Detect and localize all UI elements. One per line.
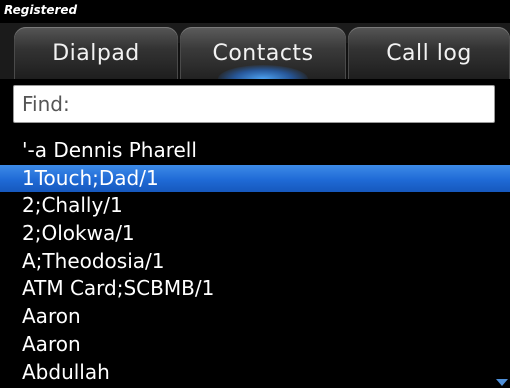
contact-name: 2;Chally/1 [22,193,123,218]
contact-name: '-a Dennis Pharell [22,138,197,162]
contact-name: A;Theodosia/1 [22,248,165,273]
contact-name: Aaron [22,304,81,329]
contact-list-item[interactable]: '-a Dennis Pharell [0,137,510,165]
contact-list-item[interactable]: Aaron [0,303,510,331]
contact-list[interactable]: '-a Dennis Pharell 1Touch;Dad/1 2;Chally… [0,137,510,388]
status-bar: Registered [0,0,510,23]
tab-dialpad-label: Dialpad [52,41,140,66]
contact-name: 2;Olokwa/1 [22,221,135,246]
contact-list-item[interactable]: Abdullah [0,359,510,387]
contact-list-item-selected[interactable]: 1Touch;Dad/1 [0,164,510,193]
tab-contacts-label: Contacts [212,41,314,66]
tab-call-log-label: Call log [386,41,472,66]
find-input[interactable]: Find: [13,85,495,123]
contact-name: 1Touch;Dad/1 [22,165,159,190]
tab-bar: Dialpad Contacts Call log [0,23,510,79]
find-label: Find: [22,92,70,116]
contact-list-item[interactable]: A;Theodosia/1 [0,248,510,276]
active-tab-glow [218,65,308,79]
contact-name: Abdullah [22,359,110,384]
search-bar: Find: [0,79,510,135]
contact-name: ATM Card;SCBMB/1 [22,276,215,301]
chevron-down-icon[interactable] [496,379,508,386]
registration-status: Registered [4,3,78,17]
tab-call-log[interactable]: Call log [348,27,510,79]
contact-name: Aaron [22,331,81,356]
contact-list-item[interactable]: ATM Card;SCBMB/1 [0,275,510,303]
tab-contacts[interactable]: Contacts [180,27,346,79]
tab-dialpad[interactable]: Dialpad [14,27,178,79]
contact-list-item[interactable]: Aaron [0,331,510,359]
contact-list-item[interactable]: 2;Olokwa/1 [0,220,510,248]
contact-list-item[interactable]: 2;Chally/1 [0,192,510,220]
